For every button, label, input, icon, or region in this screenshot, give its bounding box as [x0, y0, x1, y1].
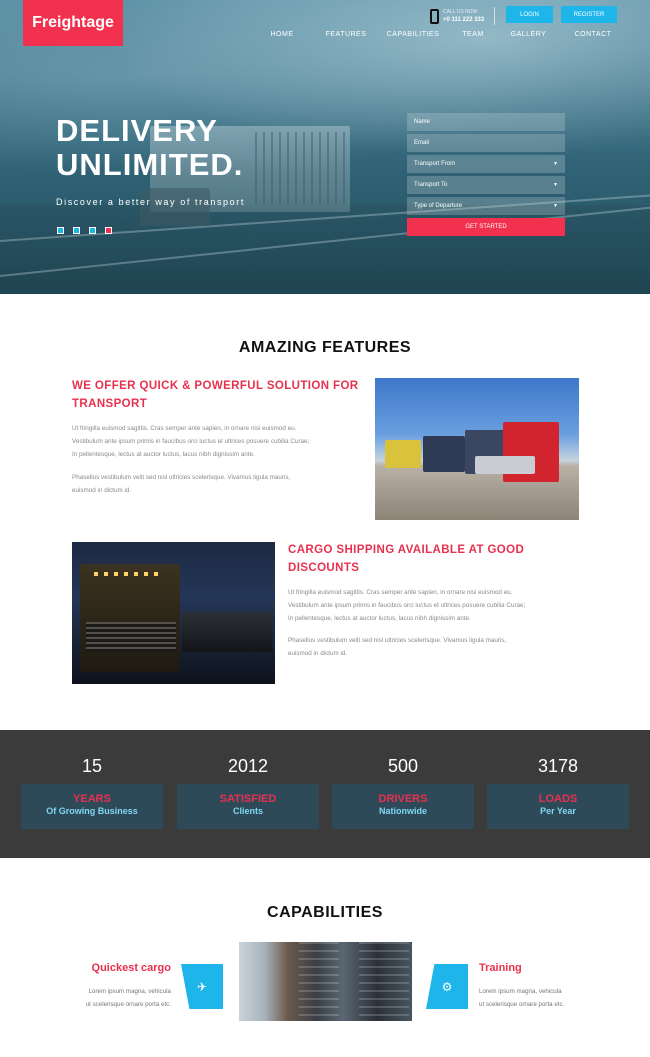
departure-type-label: Type of Departure: [414, 203, 463, 209]
feature2-text-line: Vestibulum ante ipsum primis in faucibus…: [288, 602, 526, 609]
call-label: CALL US NOW: [443, 9, 478, 15]
stat-box: DRIVERS Nationwide: [332, 784, 474, 829]
get-started-button[interactable]: GET STARTED: [407, 218, 565, 236]
transport-from-label: Transport From: [414, 161, 456, 167]
feature2-text-line: Phasellus vestibulum velit sed nisl ultr…: [288, 637, 507, 644]
stat-box: SATISFIED Clients: [177, 784, 319, 829]
transport-to-label: Transport To: [414, 182, 448, 188]
nav-team[interactable]: TEAM: [457, 31, 489, 38]
cap-right-text-line: Lorem ipsum magna, vehicula: [479, 988, 562, 995]
feature1-heading: WE OFFER QUICK & POWERFUL SOLUTION FOR T…: [72, 377, 359, 413]
stat-number: 500: [387, 756, 419, 776]
feature2-heading-line1: CARGO SHIPPING AVAILABLE AT GOOD: [288, 544, 525, 556]
feature2-text-line: In pellentesque, lectus at auctor luctus…: [288, 615, 471, 622]
hero-section: Freightage CALL US NOW +0 111 222 333 LO…: [0, 0, 650, 294]
stat-label: YEARS: [73, 793, 111, 805]
feature1-text: Ut fringilla euismod sagittis. Cras semp…: [72, 422, 309, 461]
email-field[interactable]: Email: [407, 134, 565, 152]
stat-number: 2012: [227, 756, 269, 776]
feature2-text-line: Ut fringilla euismod sagittis. Cras semp…: [288, 589, 513, 596]
divider: [494, 7, 496, 25]
cap-right-text-line: ut scelerisque ornare porta etc.: [479, 1001, 565, 1008]
feature1-text-line: In pellentesque, lectus at auctor luctus…: [72, 451, 255, 458]
feature1-text-line: Phasellus vestibulum velit sed nisl ultr…: [72, 474, 291, 481]
stat-sublabel: Nationwide: [378, 806, 427, 816]
hero-subtitle: Discover a better way of transport: [56, 197, 245, 207]
feature1-text-line: Ut fringilla euismod sagittis. Cras semp…: [72, 425, 297, 432]
departure-type-select[interactable]: Type of Departure ▼: [407, 197, 565, 215]
hero-title: DELIVERY UNLIMITED.: [56, 114, 243, 182]
feature1-heading-line2: TRANSPORT: [72, 398, 148, 410]
slider-dot[interactable]: [89, 227, 96, 234]
register-button[interactable]: REGISTER: [561, 6, 617, 23]
call-us: CALL US NOW +0 111 222 333: [430, 7, 496, 25]
slider-dot[interactable]: [73, 227, 80, 234]
trucks-lineup-image: [375, 378, 579, 520]
brand-name: Freightage: [32, 14, 114, 31]
page: Freightage CALL US NOW +0 111 222 333 LO…: [0, 0, 650, 1057]
caret-down-icon: ▼: [553, 161, 558, 167]
airplane-icon: ✈: [181, 964, 223, 1009]
features-title: AMAZING FEATURES: [238, 339, 412, 356]
feature1-text-line: Vestibulum ante ipsum primis in faucibus…: [72, 438, 310, 445]
capabilities-title: CAPABILITIES: [267, 904, 383, 921]
nav-gallery[interactable]: GALLERY: [506, 31, 551, 38]
nav-home[interactable]: HOME: [260, 31, 304, 38]
transport-from-select[interactable]: Transport From ▼: [407, 155, 565, 173]
stat-sublabel: Of Growing Business: [46, 806, 138, 816]
slider-dots: [57, 227, 112, 234]
stat-sublabel: Per Year: [540, 806, 576, 816]
hero-title-line2: UNLIMITED.: [56, 147, 244, 182]
stat-sublabel: Clients: [232, 806, 263, 816]
cap-left-text: Lorem ipsum magna, vehicula ut scelerisq…: [86, 985, 171, 1011]
feature2-text-line: euismod in dictum id.: [288, 650, 348, 657]
caret-down-icon: ▼: [553, 203, 558, 209]
login-button[interactable]: LOGIN: [506, 6, 553, 23]
feature1-text-line: euismod in dictum id.: [72, 487, 132, 494]
nav-contact[interactable]: CONTACT: [568, 31, 618, 38]
stat-number: 15: [81, 756, 103, 776]
feature2-heading-line2: DISCOUNTS: [288, 562, 360, 574]
feature1-heading-line1: WE OFFER QUICK & POWERFUL SOLUTION FOR: [72, 380, 359, 392]
transport-to-select[interactable]: Transport To ▼: [407, 176, 565, 194]
night-truck-image: [72, 542, 275, 684]
gears-icon: ⚙: [426, 964, 468, 1009]
phone-number: +0 111 222 333: [443, 17, 485, 23]
feature1-text2: Phasellus vestibulum velit sed nisl ultr…: [72, 471, 290, 497]
quote-form: Name Email Transport From ▼ Transport To ▼…: [407, 113, 565, 236]
cap-right-title: Training: [479, 962, 522, 974]
cap-right-text: Lorem ipsum magna, vehicula ut scelerisq…: [479, 985, 564, 1011]
feature2-text: Ut fringilla euismod sagittis. Cras semp…: [288, 586, 525, 625]
buildings-image: [239, 942, 412, 1021]
stat-box: YEARS Of Growing Business: [21, 784, 163, 829]
feature2-heading: CARGO SHIPPING AVAILABLE AT GOOD DISCOUN…: [288, 541, 524, 577]
main-nav: HOME FEATURES CAPABILITIES TEAM GALLERY …: [260, 31, 618, 38]
cap-left-title: Quickest cargo: [91, 962, 171, 974]
brand-logo[interactable]: Freightage: [23, 0, 123, 46]
nav-features[interactable]: FEATURES: [321, 31, 371, 38]
stats-section: 15 YEARS Of Growing Business 2012 SATISF…: [0, 730, 650, 858]
name-field-placeholder: Name: [414, 119, 431, 125]
stat-box: LOADS Per Year: [487, 784, 629, 829]
cap-left-text-line: Lorem ipsum magna, vehicula: [88, 988, 171, 995]
name-field[interactable]: Name: [407, 113, 565, 131]
slider-dot-active[interactable]: [105, 227, 112, 234]
stat-label: LOADS: [538, 793, 578, 805]
nav-capabilities[interactable]: CAPABILITIES: [383, 31, 443, 38]
slider-dot[interactable]: [57, 227, 64, 234]
stat-label: SATISFIED: [219, 793, 277, 805]
caret-down-icon: ▼: [553, 182, 558, 188]
stat-number: 3178: [537, 756, 579, 776]
feature2-text2: Phasellus vestibulum velit sed nisl ultr…: [288, 634, 506, 660]
phone-icon: [430, 8, 439, 24]
cap-left-text-line: ut scelerisque ornare porta etc.: [85, 1001, 171, 1008]
stat-label: DRIVERS: [378, 793, 428, 805]
hero-title-line1: DELIVERY: [56, 113, 218, 148]
email-field-placeholder: Email: [414, 140, 430, 146]
